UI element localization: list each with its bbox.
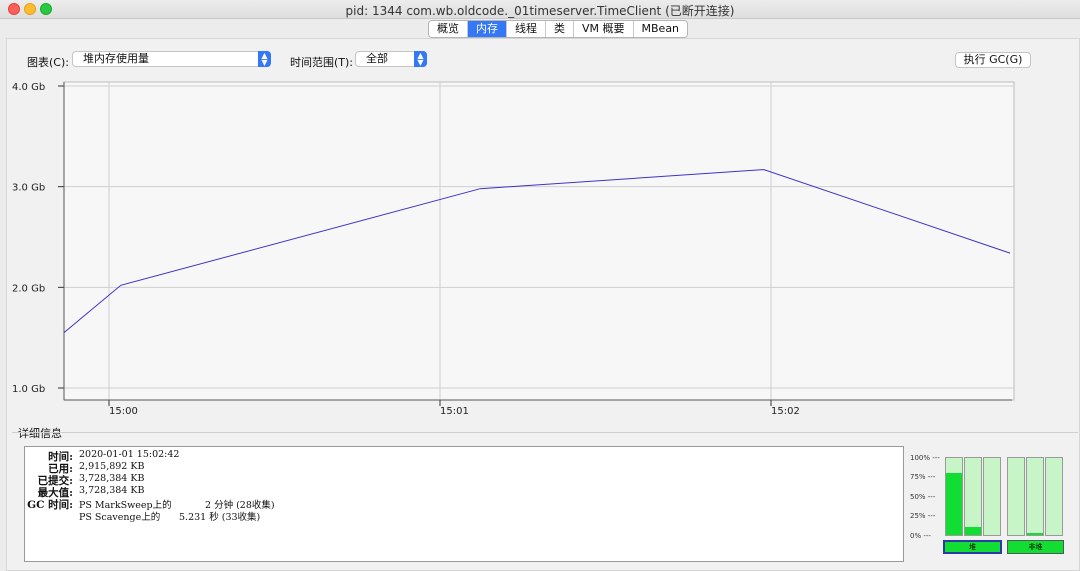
y-tick-label: 3.0 Gb	[12, 183, 45, 194]
details-title: 详细信息	[18, 427, 62, 440]
heap-button[interactable]: 堆	[943, 540, 1002, 554]
nonheap-pool-fill	[1027, 532, 1043, 535]
pct-label-100: 100% ---	[910, 454, 940, 462]
heap-pool-bar[interactable]	[945, 457, 963, 536]
nonheap-button[interactable]: 非堆	[1007, 540, 1064, 554]
x-tick-label: 15:00	[109, 406, 138, 417]
details-divider	[12, 432, 1078, 433]
nonheap-pool-bar[interactable]	[1026, 457, 1044, 536]
heap-memory-chart: 4.0 Gb 3.0 Gb 2.0 Gb 1.0 Gb 15:00 15:01 15:02	[12, 81, 1015, 417]
heap-pool-bar[interactable]	[983, 457, 1001, 536]
heap-pool-fill	[946, 473, 962, 535]
pct-label-25: 25% ---	[910, 512, 936, 520]
nonheap-pool-bar[interactable]	[1045, 457, 1063, 536]
y-tick-label: 2.0 Gb	[12, 283, 45, 294]
details-box: 时间: 2020-01-01 15:02:42 已用: 2,915,892 KB…	[24, 446, 904, 562]
nonheap-pool-bar[interactable]	[1007, 457, 1025, 536]
heap-pool-fill	[965, 527, 981, 535]
x-tick-label: 15:02	[771, 406, 800, 417]
pct-label-75: 75% ---	[910, 473, 936, 481]
memory-pools-panel: 100% --- 75% --- 50% --- 25% --- 0% --- …	[908, 446, 1070, 562]
y-tick-label: 1.0 Gb	[12, 384, 45, 395]
heap-pool-bar[interactable]	[964, 457, 982, 536]
y-tick-label: 4.0 Gb	[12, 82, 45, 93]
plot-area	[63, 81, 1015, 401]
x-tick-label: 15:01	[440, 406, 469, 417]
pct-label-0: 0% ---	[910, 532, 931, 540]
pct-label-50: 50% ---	[910, 493, 936, 501]
